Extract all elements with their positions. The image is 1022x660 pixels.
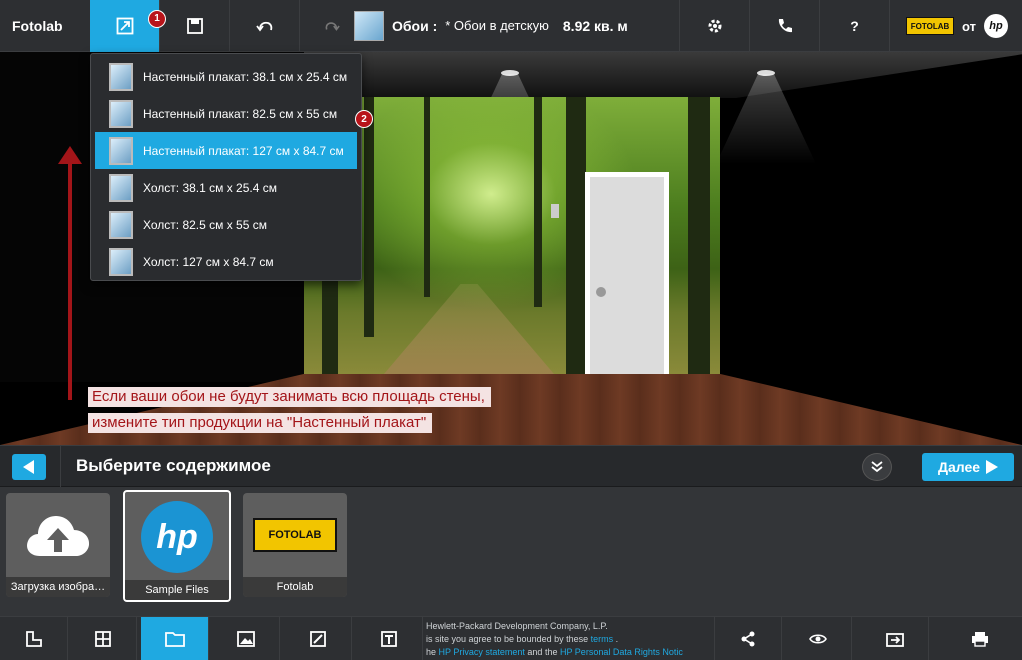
- product-thumbnail-icon: [109, 99, 133, 128]
- app-window: Fotolab 1 Обои : * Обои в детскую 8.92 к…: [0, 0, 1022, 660]
- export-icon: [885, 633, 904, 647]
- project-title: Обои : * Обои в детскую 8.92 кв. м: [300, 0, 640, 52]
- undo-icon: [255, 21, 272, 31]
- save-button[interactable]: [160, 0, 230, 52]
- data-rights-link[interactable]: HP Personal Data Rights Notic: [560, 647, 683, 657]
- triangle-left-icon: [23, 460, 34, 474]
- toolbar-right: ? FOTOLAB от hp: [679, 0, 1022, 52]
- eye-icon: [808, 634, 827, 644]
- product-size-button[interactable]: 1: [90, 0, 166, 52]
- product-thumbnail-icon: [109, 210, 133, 239]
- content-button[interactable]: [141, 617, 209, 660]
- help-button[interactable]: ?: [819, 0, 889, 52]
- privacy-link[interactable]: HP Privacy statement: [439, 647, 525, 657]
- content-title: Выберите содержимое: [76, 456, 271, 475]
- content-tray: Загрузка изобра… hp Sample Files FOTOLAB…: [0, 487, 1022, 616]
- menu-item[interactable]: Холст: 38.1 см x 25.4 см: [95, 169, 357, 206]
- fotolab-logo: FOTOLAB: [906, 17, 955, 35]
- menu-item[interactable]: Настенный плакат: 38.1 см x 25.4 см: [95, 58, 357, 95]
- hp-logo-tile: hp: [141, 501, 213, 573]
- menu-item[interactable]: Холст: 82.5 см x 55 см: [95, 206, 357, 243]
- cloud-upload-icon: [27, 516, 90, 556]
- expand-button[interactable]: [862, 453, 892, 481]
- step-badge-2: 2: [355, 110, 373, 128]
- project-name: * Обои в детскую: [445, 18, 549, 33]
- content-header: Выберите содержимое Далее: [0, 445, 1022, 488]
- product-size-menu: Настенный плакат: 38.1 см x 25.4 см Наст…: [90, 53, 373, 281]
- door: [585, 172, 669, 380]
- project-label: Обои :: [392, 17, 438, 34]
- brand-area: FOTOLAB от hp: [889, 0, 1022, 52]
- phone-icon: [778, 19, 792, 33]
- share-button[interactable]: [714, 617, 782, 660]
- triangle-right-icon: [986, 460, 999, 474]
- fotolab-logo-tile: FOTOLAB: [253, 518, 337, 552]
- edit-icon: [309, 631, 326, 647]
- share-icon: [741, 631, 755, 647]
- preview-button[interactable]: [784, 617, 852, 660]
- layout-button[interactable]: [69, 617, 137, 660]
- top-toolbar: Fotolab 1 Обои : * Обои в детскую 8.92 к…: [0, 0, 1022, 52]
- menu-item-selected[interactable]: Настенный плакат: 127 см x 84.7 см: [95, 132, 357, 169]
- menu-item[interactable]: Холст: 127 см x 84.7 см: [95, 243, 357, 280]
- annotation-line-1: Если ваши обои не будут занимать всю пло…: [88, 387, 491, 407]
- edit-button[interactable]: [284, 617, 352, 660]
- grid-icon: [94, 631, 111, 647]
- light-switch: [551, 204, 559, 218]
- settings-button[interactable]: [679, 0, 749, 52]
- measure-button[interactable]: [0, 617, 68, 660]
- export-button[interactable]: [861, 617, 929, 660]
- terms-link[interactable]: terms: [591, 634, 614, 644]
- double-chevron-down-icon: [871, 461, 883, 473]
- menu-item[interactable]: Настенный плакат: 82.5 см x 55 см: [95, 95, 357, 132]
- product-thumbnail-icon: [109, 173, 133, 202]
- folder-icon: [164, 632, 185, 647]
- tile-caption: Загрузка изобра…: [6, 577, 110, 597]
- image-button[interactable]: [212, 617, 280, 660]
- upload-tile[interactable]: Загрузка изобра…: [6, 493, 110, 597]
- annotation-line-2: измените тип продукции на "Настенный пла…: [88, 413, 433, 433]
- hp-logo: hp: [984, 14, 1008, 38]
- image-icon: [236, 631, 255, 647]
- tile-caption: Fotolab: [243, 577, 347, 597]
- redo-icon[interactable]: [324, 19, 340, 33]
- brand-from-label: от: [962, 18, 976, 34]
- print-button[interactable]: [946, 617, 1014, 660]
- sample-files-tile[interactable]: hp Sample Files: [123, 490, 231, 602]
- ruler-icon: [25, 631, 42, 647]
- gear-icon: [708, 19, 722, 33]
- back-button[interactable]: [12, 454, 46, 480]
- floor: [0, 374, 1022, 445]
- door-knob: [596, 287, 606, 297]
- bottom-toolbar: Hewlett-Packard Development Company, L.P…: [0, 616, 1022, 660]
- next-button[interactable]: Далее: [922, 453, 1014, 481]
- resize-icon: [116, 17, 133, 34]
- tile-caption: Sample Files: [125, 580, 229, 600]
- project-thumbnail: [354, 10, 384, 41]
- project-area: 8.92 кв. м: [562, 17, 628, 34]
- undo-button[interactable]: [230, 0, 300, 52]
- support-call-button[interactable]: [749, 0, 819, 52]
- save-icon: [186, 17, 203, 34]
- printer-icon: [972, 632, 988, 647]
- text-icon: [380, 631, 397, 647]
- text-button[interactable]: [355, 617, 423, 660]
- fotolab-tile[interactable]: FOTOLAB Fotolab: [243, 493, 347, 597]
- legal-notice: Hewlett-Packard Development Company, L.P…: [426, 621, 683, 657]
- product-thumbnail-icon: [109, 62, 133, 91]
- product-thumbnail-icon: [109, 136, 133, 165]
- product-thumbnail-icon: [109, 247, 133, 276]
- annotation-arrow: [68, 160, 72, 400]
- app-brand: Fotolab: [12, 17, 63, 34]
